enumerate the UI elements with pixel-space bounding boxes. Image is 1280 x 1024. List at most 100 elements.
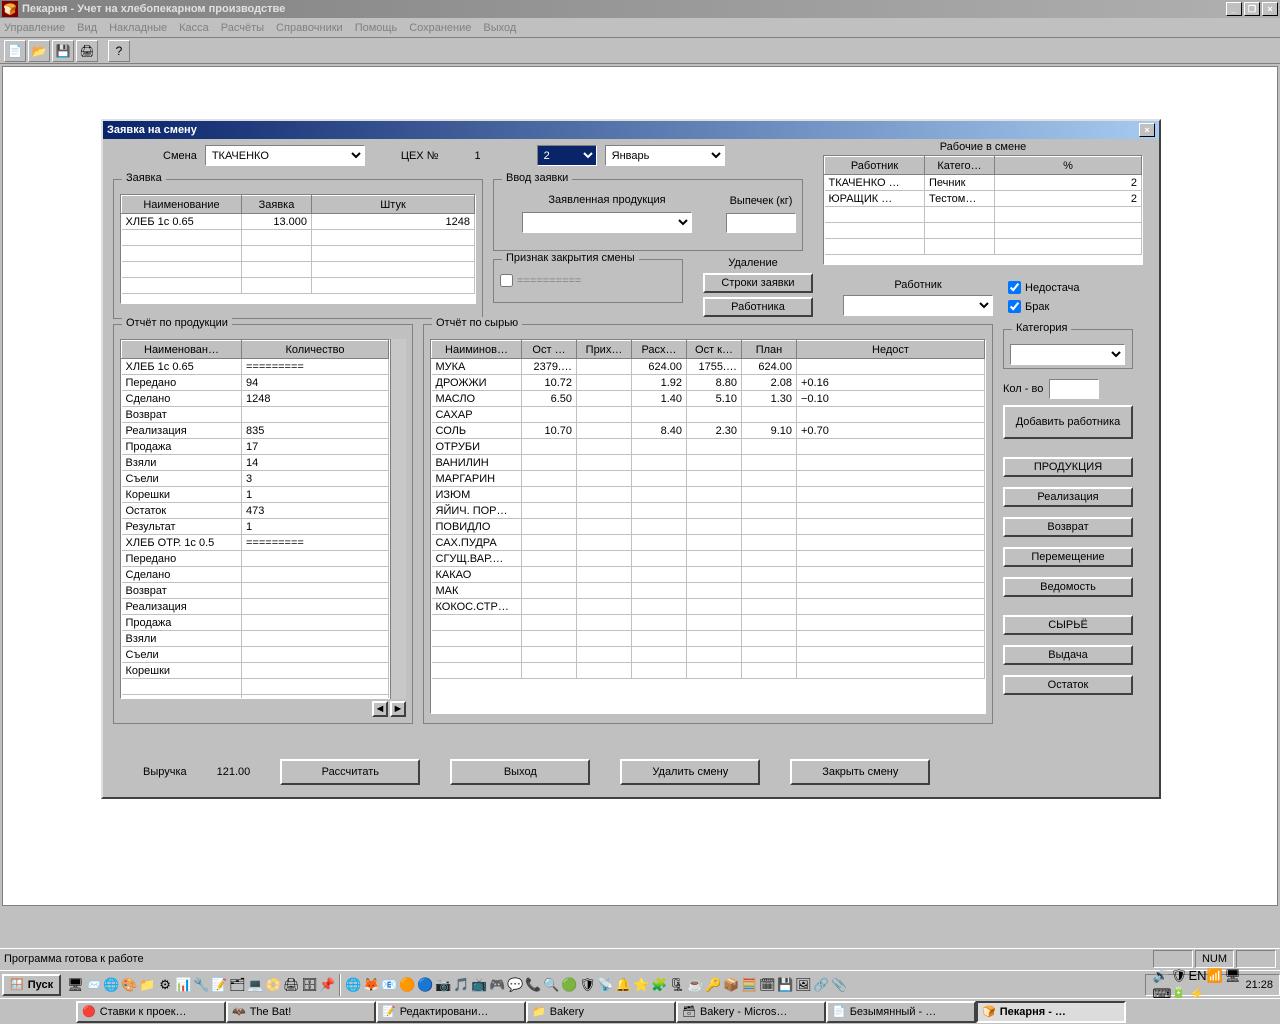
vedomost-button[interactable]: Ведомость	[1003, 577, 1133, 597]
ql-icon[interactable]: 🦊	[363, 977, 379, 993]
close-button[interactable]: ×	[1262, 2, 1278, 16]
month-select[interactable]: Январь	[605, 145, 725, 166]
menu-item[interactable]: Накладные	[109, 22, 167, 34]
ql-icon[interactable]: 🗂	[229, 977, 245, 993]
ql-icon[interactable]: 📀	[265, 977, 281, 993]
ql-icon[interactable]: 🌐	[103, 977, 119, 993]
qty-input[interactable]	[1049, 379, 1099, 399]
ql-icon[interactable]: 🎮	[489, 977, 505, 993]
ql-icon[interactable]: 🔵	[417, 977, 433, 993]
task-button[interactable]: 🔴 Ставки к проек…	[76, 1001, 226, 1023]
task-button[interactable]: 📁 Bakery	[526, 1001, 676, 1023]
new-icon[interactable]: 📄	[4, 40, 26, 62]
workers-grid[interactable]: Работник Катего… % ТКАЧЕНКО …Печник2ЮРАЩ…	[823, 155, 1143, 265]
close-sign-checkbox[interactable]: ==========	[500, 274, 676, 287]
menu-item[interactable]: Расчёты	[221, 22, 264, 34]
ql-icon[interactable]: 🔔	[615, 977, 631, 993]
return-button[interactable]: Возврат	[1003, 517, 1133, 537]
task-button-active[interactable]: 🍞 Пекарня - …	[976, 1001, 1126, 1023]
ql-icon[interactable]: ⭐	[633, 977, 649, 993]
ql-icon[interactable]: 🖥	[67, 977, 83, 993]
remain-button[interactable]: Остаток	[1003, 675, 1133, 695]
ql-icon[interactable]: 📝	[211, 977, 227, 993]
menu-item[interactable]: Управление	[4, 22, 65, 34]
category-select[interactable]	[1010, 344, 1125, 365]
shift-select[interactable]: ТКАЧЕНКО	[205, 145, 365, 166]
ql-icon[interactable]: ☕	[687, 977, 703, 993]
ql-icon[interactable]: 📺	[471, 977, 487, 993]
scrollbar[interactable]	[390, 339, 406, 699]
ql-icon[interactable]: 📞	[525, 977, 541, 993]
minimize-button[interactable]: _	[1226, 2, 1242, 16]
ql-icon[interactable]: 📨	[85, 977, 101, 993]
scroll-right-button[interactable]: ►	[390, 701, 406, 717]
menu-item[interactable]: Сохранение	[409, 22, 471, 34]
ql-icon[interactable]: 🌐	[345, 977, 361, 993]
maximize-button[interactable]: ❐	[1244, 2, 1260, 16]
ql-icon[interactable]: 🎨	[121, 977, 137, 993]
dialog-close-button[interactable]: ×	[1139, 123, 1155, 137]
raw-button[interactable]: СЫРЬЁ	[1003, 615, 1133, 635]
scroll-left-button[interactable]: ◄	[372, 701, 388, 717]
decl-prod-select[interactable]	[522, 212, 692, 233]
ql-icon[interactable]: 📦	[723, 977, 739, 993]
baked-input[interactable]	[726, 213, 796, 233]
close-shift-button[interactable]: Закрыть смену	[790, 759, 930, 785]
ql-icon[interactable]: 🟠	[399, 977, 415, 993]
ql-icon[interactable]: 🧩	[651, 977, 667, 993]
day-select[interactable]: 2	[537, 145, 597, 166]
move-button[interactable]: Перемещение	[1003, 547, 1133, 567]
raw-report-grid[interactable]: Наиминов… Ост … Прих… Расх… Ост к… План …	[430, 339, 986, 714]
menu-item[interactable]: Выход	[483, 22, 516, 34]
shortage-checkbox[interactable]: Недостача	[1008, 281, 1080, 294]
calc-button[interactable]: Рассчитать	[280, 759, 420, 785]
defect-checkbox[interactable]: Брак	[1008, 300, 1080, 313]
ql-icon[interactable]: 🔗	[813, 977, 829, 993]
ql-icon[interactable]: 🧮	[741, 977, 757, 993]
menu-item[interactable]: Вид	[77, 22, 97, 34]
ql-icon[interactable]: ⚙	[157, 977, 173, 993]
delete-worker-button[interactable]: Работника	[703, 297, 813, 317]
ql-icon[interactable]: 🗄	[301, 977, 317, 993]
issue-button[interactable]: Выдача	[1003, 645, 1133, 665]
ql-icon[interactable]: 📡	[597, 977, 613, 993]
open-icon[interactable]: 📂	[28, 40, 50, 62]
ql-icon[interactable]: 🗜	[669, 977, 685, 993]
exit-button[interactable]: Выход	[450, 759, 590, 785]
menu-item[interactable]: Справочники	[276, 22, 343, 34]
production-button[interactable]: ПРОДУКЦИЯ	[1003, 457, 1133, 477]
ql-icon[interactable]: 📊	[175, 977, 191, 993]
menu-item[interactable]: Касса	[179, 22, 209, 34]
ql-icon[interactable]: 🗓	[759, 977, 775, 993]
ql-icon[interactable]: 🔧	[193, 977, 209, 993]
realization-button[interactable]: Реализация	[1003, 487, 1133, 507]
ql-icon[interactable]: 💾	[777, 977, 793, 993]
start-button[interactable]: 🪟 Пуск	[2, 974, 61, 996]
tray-icon[interactable]: 🛡	[1170, 968, 1186, 984]
task-button[interactable]: 🦇 The Bat!	[226, 1001, 376, 1023]
worker-select[interactable]	[843, 295, 993, 316]
ql-icon[interactable]: 🛡	[579, 977, 595, 993]
ql-icon[interactable]: 🟢	[561, 977, 577, 993]
ql-icon[interactable]: 📁	[139, 977, 155, 993]
add-worker-button[interactable]: Добавить работника	[1003, 405, 1133, 439]
ql-icon[interactable]: 📌	[319, 977, 335, 993]
ql-icon[interactable]: 📧	[381, 977, 397, 993]
ql-icon[interactable]: 🖨	[283, 977, 299, 993]
tray-icon[interactable]: 📶	[1206, 968, 1222, 984]
ql-icon[interactable]: 📎	[831, 977, 847, 993]
delete-shift-button[interactable]: Удалить смену	[620, 759, 760, 785]
delete-rows-button[interactable]: Строки заявки	[703, 273, 813, 293]
menu-item[interactable]: Помощь	[355, 22, 398, 34]
ql-icon[interactable]: 🖼	[795, 977, 811, 993]
ql-icon[interactable]: 💬	[507, 977, 523, 993]
tray-icon[interactable]: 🔊	[1152, 968, 1168, 984]
ql-icon[interactable]: 🔍	[543, 977, 559, 993]
save-icon[interactable]: 💾	[52, 40, 74, 62]
print-icon[interactable]: 🖨	[76, 40, 98, 62]
ql-icon[interactable]: 🔑	[705, 977, 721, 993]
request-grid[interactable]: Наименование Заявка Штук ХЛЕБ 1с 0.6513.…	[120, 194, 476, 304]
product-report-grid[interactable]: Наименован… Количество ХЛЕБ 1с 0.65=====…	[120, 339, 390, 699]
ql-icon[interactable]: 🎵	[453, 977, 469, 993]
task-button[interactable]: 📝 Редактировани…	[376, 1001, 526, 1023]
